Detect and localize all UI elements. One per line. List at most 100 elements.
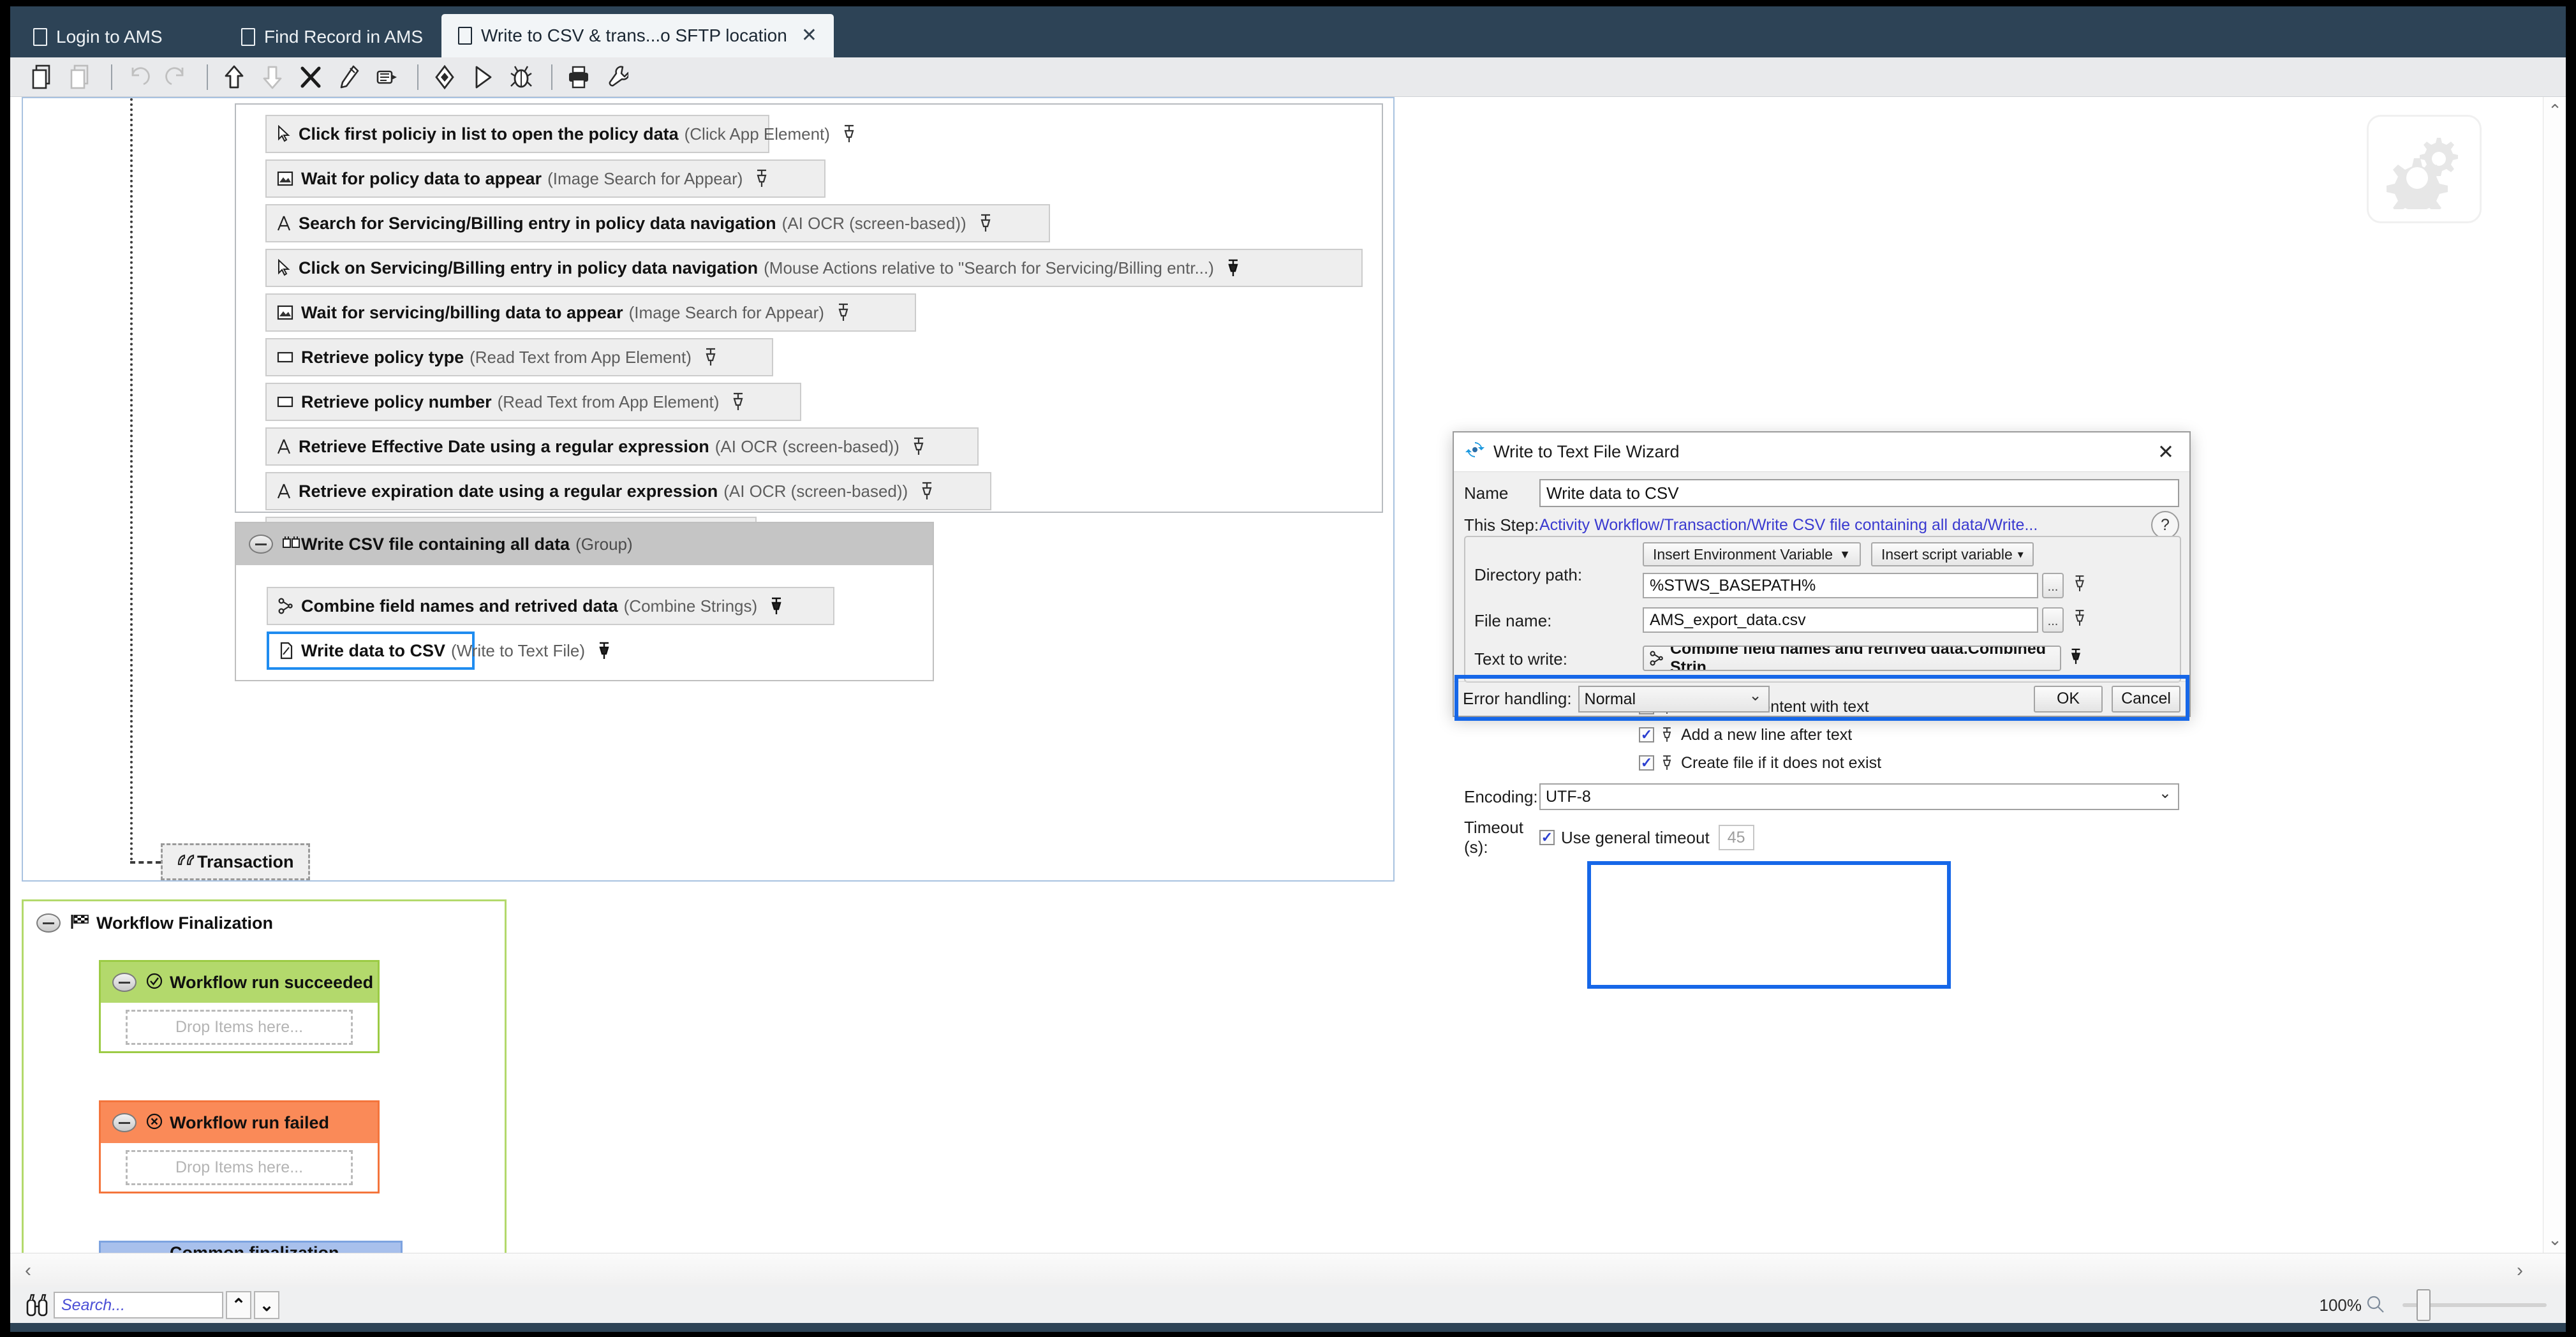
debug-bug-icon[interactable]: [504, 61, 538, 94]
file-name-label-wrap: File name:: [1474, 611, 1551, 631]
directory-browse-button[interactable]: ...: [2042, 573, 2064, 598]
print-icon[interactable]: [561, 61, 596, 94]
add-newline-checkbox[interactable]: [1639, 727, 1654, 742]
step-combine-field-names[interactable]: Combine field names and retrived data (C…: [267, 587, 834, 625]
pin-icon[interactable]: [1661, 755, 1673, 771]
tab-write-to-csv[interactable]: Write to CSV & trans...o SFTP location ✕: [441, 14, 834, 57]
run-icon[interactable]: [466, 61, 500, 94]
step-wait-policy-data[interactable]: Wait for policy data to appear (Image Se…: [265, 159, 825, 198]
step-wait-servicing-billing-data[interactable]: Wait for servicing/billing data to appea…: [265, 293, 916, 332]
pin-icon[interactable]: [1225, 258, 1241, 277]
collapse-toggle-icon[interactable]: [249, 535, 273, 554]
cancel-button[interactable]: Cancel: [2112, 686, 2180, 713]
option-add-newline[interactable]: Add a new line after text: [1639, 721, 2002, 749]
step-icon[interactable]: [427, 61, 462, 94]
move-down-icon[interactable]: [255, 61, 290, 94]
timeout-value-input[interactable]: 45: [1719, 825, 1754, 850]
block-header[interactable]: Workflow run failed: [101, 1102, 378, 1143]
this-step-link[interactable]: Activity Workflow/Transaction/Write CSV …: [1539, 516, 2143, 535]
pin-icon[interactable]: [911, 437, 926, 456]
help-icon[interactable]: ?: [2151, 511, 2179, 539]
pin-icon[interactable]: [919, 482, 935, 501]
redo-icon[interactable]: [159, 61, 194, 94]
workflow-finalization-panel: Workflow Finalization Workflow run succe…: [22, 899, 507, 1253]
step-retrieve-expiration-date[interactable]: Retrieve expiration date using a regular…: [265, 472, 991, 510]
pin-icon[interactable]: [1661, 727, 1673, 743]
edit-pen-icon[interactable]: [332, 61, 366, 94]
pin-icon[interactable]: [841, 124, 857, 144]
block-body[interactable]: Drop Items here...: [101, 1143, 378, 1192]
option-create-file[interactable]: Create file if it does not exist: [1639, 749, 2002, 777]
close-icon[interactable]: ✕: [2151, 438, 2180, 467]
ok-button[interactable]: OK: [2034, 686, 2103, 713]
pin-icon[interactable]: [2073, 609, 2087, 632]
undo-icon[interactable]: [121, 61, 156, 94]
text-to-write-value[interactable]: Combine field names and retrived data.Co…: [1643, 646, 2061, 671]
insert-environment-variable-button[interactable]: Insert Environment Variable ▼: [1643, 542, 1861, 566]
pin-icon[interactable]: [836, 303, 851, 322]
step-retrieve-policy-number[interactable]: Retrieve policy number (Read Text from A…: [265, 383, 801, 421]
magnifier-icon[interactable]: [2365, 1294, 2385, 1317]
canvas-horizontal-scrollbar[interactable]: ‹ ›: [10, 1253, 2566, 1287]
pin-icon[interactable]: [978, 214, 993, 233]
encoding-select[interactable]: UTF-8: [1539, 783, 2179, 810]
pin-icon[interactable]: [769, 596, 784, 616]
zoom-slider[interactable]: [2402, 1303, 2547, 1307]
pin-icon[interactable]: [2069, 647, 2083, 670]
name-input[interactable]: [1539, 479, 2179, 507]
delete-icon[interactable]: [293, 61, 328, 94]
file-name-input-row: AMS_export_data.csv ...: [1643, 607, 2087, 633]
binoculars-icon[interactable]: [24, 1292, 50, 1318]
transaction-chip[interactable]: Transaction: [161, 843, 310, 880]
option-label: Create file if it does not exist: [1681, 754, 1881, 772]
step-search-servicing-billing[interactable]: Search for Servicing/Billing entry in po…: [265, 204, 1050, 242]
canvas-vertical-scrollbar[interactable]: ⌃ ⌄: [2543, 97, 2566, 1253]
block-header[interactable]: Common finalization handling: [101, 1243, 401, 1253]
close-icon[interactable]: ✕: [801, 26, 817, 45]
pin-icon[interactable]: [703, 348, 718, 367]
scroll-left-icon[interactable]: ‹: [13, 1253, 43, 1288]
pin-icon[interactable]: [2073, 575, 2087, 597]
step-retrieve-policy-type[interactable]: Retrieve policy type (Read Text from App…: [265, 338, 773, 376]
step-write-data-to-csv[interactable]: Write data to CSV (Write to Text File): [267, 632, 475, 670]
copy-icon[interactable]: [26, 61, 60, 94]
tab-login-to-ams[interactable]: Login to AMS: [17, 17, 179, 57]
record-icon[interactable]: [370, 61, 404, 94]
chevron-down-icon: ▾: [2018, 548, 2024, 561]
dropzone[interactable]: Drop Items here...: [126, 1150, 353, 1185]
search-input[interactable]: [54, 1292, 223, 1319]
step-retrieve-effective-date[interactable]: Retrieve Effective Date using a regular …: [265, 427, 979, 466]
scroll-right-icon[interactable]: ›: [2505, 1253, 2535, 1288]
finalization-header[interactable]: Workflow Finalization: [24, 901, 505, 945]
block-body[interactable]: Drop Items here...: [101, 1003, 378, 1051]
collapse-toggle-icon[interactable]: [112, 973, 137, 992]
directory-path-input[interactable]: %STWS_BASEPATH%: [1643, 573, 2038, 598]
scroll-down-icon[interactable]: ⌄: [2543, 1227, 2566, 1252]
block-header[interactable]: Workflow run succeeded: [101, 962, 378, 1003]
step-type: (Combine Strings): [624, 596, 758, 616]
move-up-icon[interactable]: [217, 61, 251, 94]
step-click-first-policy[interactable]: Click first policiy in list to open the …: [265, 115, 769, 153]
dropzone[interactable]: Drop Items here...: [126, 1010, 353, 1045]
scroll-up-icon[interactable]: ⌃: [2543, 98, 2566, 122]
settings-wrench-icon[interactable]: [600, 61, 634, 94]
collapse-toggle-icon[interactable]: [112, 1113, 137, 1132]
search-next-button[interactable]: ⌄: [254, 1291, 279, 1319]
search-prev-button[interactable]: ⌃: [226, 1291, 251, 1319]
insert-script-variable-button[interactable]: Insert script variable ▾: [1871, 542, 2034, 566]
error-handling-select[interactable]: Normal: [1578, 686, 1770, 713]
file-name-browse-button[interactable]: ...: [2042, 607, 2064, 633]
paste-icon[interactable]: [64, 61, 98, 94]
create-file-checkbox[interactable]: [1639, 755, 1654, 771]
step-click-servicing-billing[interactable]: Click on Servicing/Billing entry in poli…: [265, 249, 1363, 287]
pin-icon[interactable]: [730, 392, 746, 411]
file-name-input[interactable]: AMS_export_data.csv: [1643, 607, 2038, 633]
zoom-slider-thumb[interactable]: [2417, 1289, 2431, 1321]
tab-find-record-in-ams[interactable]: Find Record in AMS: [225, 17, 440, 57]
gears-watermark-icon: [2367, 115, 2482, 223]
use-general-timeout-checkbox[interactable]: [1539, 830, 1555, 845]
group-header[interactable]: Write CSV file containing all data (Grou…: [236, 523, 933, 565]
collapse-toggle-icon[interactable]: [36, 913, 61, 933]
pin-icon[interactable]: [754, 169, 769, 188]
pin-icon[interactable]: [596, 641, 612, 660]
